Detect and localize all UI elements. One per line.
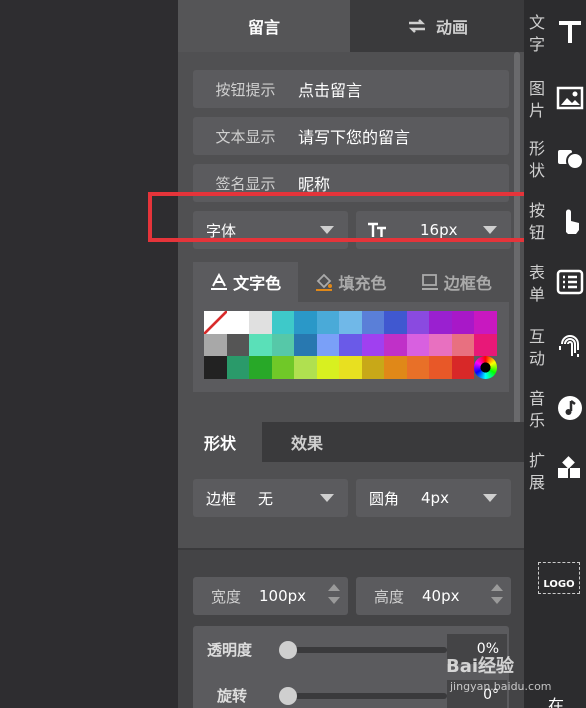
animation-swap-icon [408, 19, 426, 33]
color-swatch[interactable] [316, 333, 339, 356]
logo-component[interactable]: LOGO [538, 562, 580, 594]
color-swatch[interactable] [249, 333, 272, 356]
color-swatch[interactable] [339, 311, 362, 334]
image-icon [556, 86, 584, 110]
rail-item-shape[interactable]: 形状 [524, 138, 586, 208]
color-swatch[interactable] [226, 333, 249, 356]
shapes-icon [558, 150, 584, 170]
component-rail: 文字 图片 形状 按钮 表单 互动 音乐 扩展 LOGO 在 [524, 0, 586, 708]
color-swatch[interactable] [384, 333, 407, 356]
editor-screen: 留言 动画 按钮提示 点击留言 文本显示 请写下您的留言 签名显示 昵称 字体 … [0, 0, 586, 708]
color-swatch[interactable] [226, 356, 249, 379]
border-color-icon [421, 274, 438, 290]
paint-bucket-icon [316, 273, 333, 291]
color-swatch[interactable] [249, 356, 272, 379]
border-select[interactable]: 边框 无 [193, 479, 348, 517]
watermark-url: jingyan.baidu.com [450, 680, 552, 693]
width-stepper[interactable]: 宽度 100px [193, 577, 348, 615]
slider-knob[interactable] [279, 687, 297, 705]
color-swatch[interactable] [451, 311, 474, 334]
color-swatch[interactable] [429, 311, 452, 334]
panel-scrollbar[interactable] [514, 52, 520, 442]
music-icon [558, 396, 582, 420]
no-color-swatch[interactable] [204, 311, 227, 334]
opacity-slider[interactable] [279, 641, 447, 659]
color-swatch[interactable] [294, 356, 317, 379]
rail-item-form[interactable]: 表单 [524, 262, 586, 332]
hand-pointer-icon [566, 209, 579, 234]
arrow-down-icon [491, 597, 503, 604]
color-swatch[interactable] [429, 333, 452, 356]
color-swatch[interactable] [204, 356, 227, 379]
color-swatch[interactable] [451, 333, 474, 356]
color-swatch[interactable] [361, 356, 384, 379]
color-swatch[interactable] [294, 333, 317, 356]
button-hint-field[interactable]: 按钮提示 点击留言 [193, 70, 509, 108]
color-swatch[interactable] [406, 333, 429, 356]
color-swatch[interactable] [249, 311, 272, 334]
color-swatch[interactable] [316, 311, 339, 334]
arrow-up-icon [328, 584, 340, 591]
tab-text-color[interactable]: 文字色 [193, 262, 299, 302]
rail-item-interaction[interactable]: 互动 [524, 326, 586, 396]
fingerprint-icon [559, 335, 579, 357]
chevron-down-icon [320, 494, 334, 502]
color-swatch[interactable] [339, 333, 362, 356]
color-swatch[interactable] [474, 333, 497, 356]
color-swatch[interactable] [226, 311, 249, 334]
chevron-down-icon [483, 494, 497, 502]
tab-message[interactable]: 留言 [178, 0, 350, 52]
color-swatch[interactable] [474, 311, 497, 334]
tab-effect[interactable]: 效果 [262, 422, 352, 462]
stepper-arrows[interactable] [328, 584, 340, 604]
color-swatch[interactable] [316, 356, 339, 379]
panel-tabs: 留言 动画 [178, 0, 524, 52]
watermark-brand: Bai经验 [446, 656, 515, 677]
rail-item-music[interactable]: 音乐 [524, 388, 586, 458]
color-swatch[interactable] [339, 356, 362, 379]
color-swatch[interactable] [271, 333, 294, 356]
color-tabs: 文字色 填充色 边框色 [193, 262, 509, 302]
color-swatch[interactable] [271, 311, 294, 334]
radius-select[interactable]: 圆角 4px [356, 479, 511, 517]
stepper-arrows[interactable] [491, 584, 503, 604]
text-display-field[interactable]: 文本显示 请写下您的留言 [193, 117, 509, 155]
shape-tabs: 形状 效果 [178, 422, 524, 462]
height-stepper[interactable]: 高度 40px [356, 577, 511, 615]
color-swatch[interactable] [429, 356, 452, 379]
swatch-grid [204, 311, 497, 379]
arrow-down-icon [328, 597, 340, 604]
tab-shape[interactable]: 形状 [178, 422, 262, 462]
canvas-area [0, 0, 178, 708]
rail-bottom-label: 在 [548, 696, 565, 708]
color-swatch[interactable] [361, 311, 384, 334]
color-palette [193, 302, 509, 392]
slider-knob[interactable] [279, 641, 297, 659]
tab-animation[interactable]: 动画 [350, 0, 524, 52]
highlight-box [148, 192, 539, 242]
tab-fill-color[interactable]: 填充色 [298, 262, 403, 302]
color-swatch[interactable] [204, 333, 227, 356]
section-divider [178, 548, 524, 550]
color-swatch[interactable] [406, 356, 429, 379]
properties-panel: 留言 动画 按钮提示 点击留言 文本显示 请写下您的留言 签名显示 昵称 字体 … [178, 0, 524, 708]
blocks-icon [558, 456, 580, 478]
rail-item-button[interactable]: 按钮 [524, 200, 586, 270]
color-swatch[interactable] [294, 311, 317, 334]
form-list-icon [556, 269, 584, 295]
color-swatch[interactable] [384, 311, 407, 334]
rail-item-extend[interactable]: 扩展 [524, 450, 586, 520]
text-icon [559, 21, 581, 43]
color-swatch[interactable] [406, 311, 429, 334]
color-swatch[interactable] [271, 356, 294, 379]
text-color-icon [211, 273, 228, 290]
color-swatch[interactable] [451, 356, 474, 379]
color-wheel-swatch[interactable] [474, 356, 497, 379]
rotate-slider[interactable] [279, 687, 447, 705]
color-swatch[interactable] [384, 356, 407, 379]
color-swatch[interactable] [361, 333, 384, 356]
rail-item-text[interactable]: 文字 [524, 12, 586, 82]
tab-border-color[interactable]: 边框色 [404, 262, 509, 302]
arrow-up-icon [491, 584, 503, 591]
